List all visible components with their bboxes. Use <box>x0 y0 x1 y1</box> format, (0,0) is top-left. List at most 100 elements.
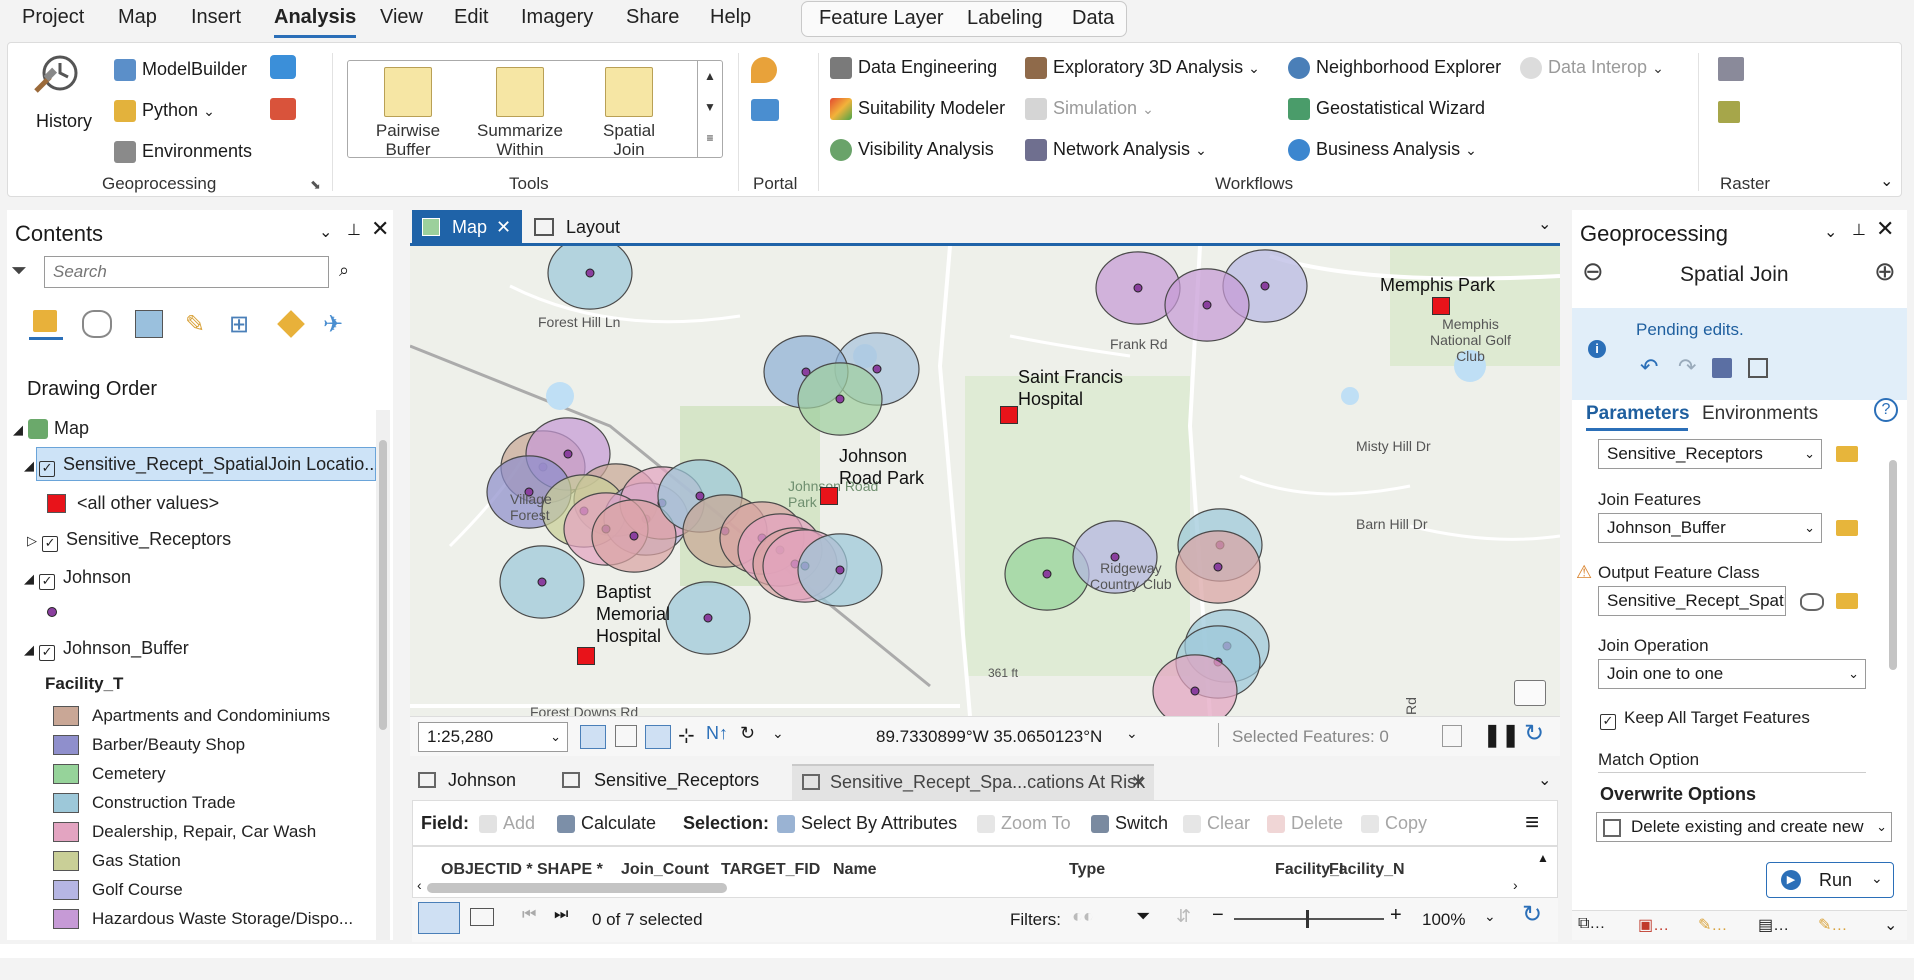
tab-data[interactable]: Data <box>1072 7 1114 33</box>
legend-swatch[interactable] <box>53 909 79 929</box>
johnson-point[interactable] <box>1260 281 1270 291</box>
tab-map-view[interactable]: Map ✕ <box>412 210 522 244</box>
pane-menu-icon[interactable]: ⌄ <box>319 222 332 242</box>
database-icon[interactable] <box>1800 593 1824 611</box>
johnson-point[interactable] <box>1133 283 1143 293</box>
filter-icon[interactable]: ⏷ <box>1136 906 1150 927</box>
legend-swatch[interactable] <box>53 735 79 755</box>
grid-tool-icon[interactable] <box>580 725 606 749</box>
legend-swatch[interactable] <box>53 851 79 871</box>
keep-all-target-features-checkbox[interactable]: ✓ Keep All Target Features <box>1600 708 1810 730</box>
raster-function-editor-icon[interactable] <box>1718 101 1740 123</box>
symbol-red-square[interactable] <box>47 494 66 513</box>
collapse-ribbon-icon[interactable]: ⌄ <box>1880 171 1893 191</box>
layer-visibility-checkbox[interactable]: ✓ <box>42 536 59 552</box>
johnson-point[interactable] <box>563 449 573 459</box>
receptor-marker[interactable] <box>1000 406 1018 424</box>
exploratory-3d-button[interactable]: Exploratory 3D Analysis ⌄ <box>1025 57 1260 80</box>
layer-visibility-checkbox[interactable]: ✓ <box>39 574 56 590</box>
tab-map[interactable]: Map <box>118 6 157 32</box>
contents-search-input[interactable] <box>44 256 329 288</box>
scale-select[interactable]: 1:25,280 ⌄ <box>418 722 568 752</box>
receptor-marker[interactable] <box>820 487 838 505</box>
edit-tab-icon[interactable]: ✎… <box>1698 915 1727 935</box>
geostatistical-wizard-button[interactable]: Geostatistical Wizard <box>1288 98 1485 121</box>
tab-analysis[interactable]: Analysis <box>274 6 357 38</box>
table-options-menu-icon[interactable]: ≡ <box>1525 809 1539 837</box>
summarize-within-button[interactable]: Summarize Within <box>470 67 570 159</box>
tab-edit[interactable]: Edit <box>454 6 488 32</box>
last-record-icon[interactable]: ⏭ <box>554 906 568 924</box>
folder-icon[interactable] <box>1836 593 1858 609</box>
show-all-records-icon[interactable] <box>418 902 460 934</box>
legend-swatch[interactable] <box>53 880 79 900</box>
checkbox-checked[interactable]: ✓ <box>1600 714 1616 730</box>
folder-icon[interactable] <box>1836 520 1858 536</box>
gallery-scroll[interactable]: ▲ ▼ ≡ <box>697 61 722 157</box>
list-by-drawing-order-icon[interactable] <box>29 306 63 340</box>
point-symbol-icon[interactable] <box>47 607 57 617</box>
clear-button[interactable]: Clear <box>1183 813 1250 834</box>
north-arrow-icon[interactable]: N↑ <box>706 723 728 744</box>
tab-imagery[interactable]: Imagery <box>521 6 593 32</box>
close-icon[interactable]: ✕ <box>496 210 511 244</box>
johnson-point[interactable] <box>835 565 845 575</box>
toolbox-icon[interactable] <box>270 98 296 120</box>
pin-icon[interactable]: ⊥ <box>1852 220 1866 240</box>
network-analysis-button[interactable]: Network Analysis ⌄ <box>1025 139 1207 162</box>
raster-function-icon[interactable] <box>1718 57 1744 81</box>
chevron-down-icon[interactable]: ⌄ <box>1484 908 1496 925</box>
scroll-thumb[interactable] <box>379 440 387 730</box>
undo-icon[interactable]: ↶ <box>1640 354 1658 380</box>
column-header[interactable]: SHAPE * <box>537 861 603 879</box>
johnson-point[interactable] <box>585 268 595 278</box>
join-features-select[interactable]: Johnson_Buffer ⌄ <box>1598 513 1822 543</box>
simulation-button[interactable]: Simulation ⌄ <box>1025 98 1154 121</box>
join-operation-select[interactable]: Join one to one ⌄ <box>1598 659 1866 689</box>
zoom-to-button[interactable]: Zoom To <box>977 813 1071 834</box>
legend-swatch[interactable] <box>53 764 79 784</box>
receptor-marker[interactable] <box>577 647 595 665</box>
calculate-button[interactable]: Calculate <box>557 813 656 834</box>
discard-edits-icon[interactable] <box>1748 358 1768 378</box>
layer-receptors[interactable]: ▷ ✓ Sensitive_Receptors <box>27 529 231 552</box>
portal-layers-icon[interactable] <box>751 99 779 121</box>
output-feature-class-input[interactable]: Sensitive_Recept_Spati <box>1598 586 1786 616</box>
column-header[interactable]: Type <box>1069 861 1105 879</box>
column-header[interactable]: Join_Count <box>621 861 709 879</box>
legend-swatch[interactable] <box>53 793 79 813</box>
suitability-modeler-button[interactable]: Suitability Modeler <box>830 98 1005 121</box>
receptor-marker[interactable] <box>1432 297 1450 315</box>
column-header[interactable]: OBJECTID * <box>441 861 533 879</box>
crosshair-icon[interactable]: ⊹ <box>678 723 695 748</box>
business-analysis-button[interactable]: Business Analysis ⌄ <box>1288 139 1477 162</box>
zoom-out-icon[interactable]: − <box>1212 904 1224 927</box>
horizontal-scroll-thumb[interactable] <box>427 883 727 893</box>
johnson-point[interactable] <box>703 613 713 623</box>
chevron-down-icon[interactable]: ⌄ <box>1884 915 1897 935</box>
show-selected-records-icon[interactable] <box>470 908 494 926</box>
list-by-labeling-icon[interactable] <box>277 310 305 338</box>
johnson-point[interactable] <box>695 491 705 501</box>
select-by-attributes-button[interactable]: Select By Attributes <box>777 813 957 834</box>
tab-share[interactable]: Share <box>626 6 679 32</box>
close-icon[interactable]: ✕ <box>371 216 389 242</box>
history-icon[interactable] <box>32 51 82 97</box>
tab-environments[interactable]: Environments <box>1702 403 1818 425</box>
launcher-icon[interactable]: ⬊ <box>310 177 321 193</box>
search-icon[interactable]: ⌕ <box>339 260 349 281</box>
column-header[interactable]: TARGET_FID <box>721 861 820 879</box>
close-icon[interactable]: ✕ <box>1876 216 1894 242</box>
portal-location-icon[interactable] <box>751 57 777 83</box>
add-field-button[interactable]: Add <box>479 813 535 834</box>
data-engineering-button[interactable]: Data Engineering <box>830 57 997 80</box>
delete-button[interactable]: Delete <box>1267 813 1343 834</box>
column-header[interactable]: Name <box>833 861 877 879</box>
save-edits-icon[interactable] <box>1712 358 1732 378</box>
back-icon[interactable]: ⊖ <box>1582 256 1604 287</box>
chevron-down-icon[interactable]: ⌄ <box>1538 770 1551 790</box>
layer-johnson[interactable]: ◢ ✓ Johnson <box>24 567 131 590</box>
pin-icon[interactable]: ⊥ <box>347 220 361 240</box>
geoprocessing-tab-icon[interactable]: ▣… <box>1638 915 1669 935</box>
catalog-tab-icon[interactable]: ⧉… <box>1578 915 1605 933</box>
